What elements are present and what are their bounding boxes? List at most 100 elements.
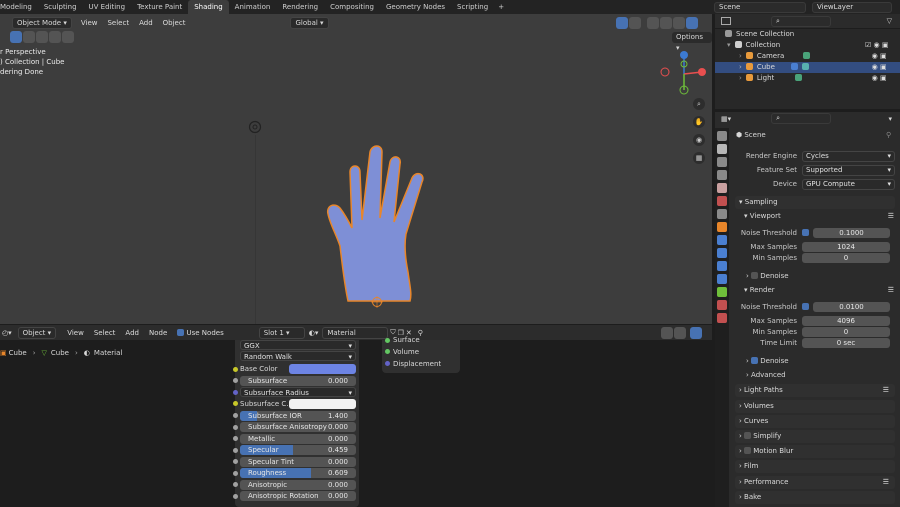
menu-view[interactable]: View bbox=[76, 17, 103, 29]
texture-tab-icon[interactable] bbox=[717, 313, 727, 323]
light-paths-panel[interactable]: › Light Paths ☰ bbox=[735, 384, 895, 397]
curves-panel[interactable]: › Curves bbox=[735, 415, 895, 428]
node-menu-add[interactable]: Add bbox=[120, 327, 144, 339]
menu-object[interactable]: Object bbox=[158, 17, 191, 29]
tab-modeling[interactable]: Modeling bbox=[0, 0, 38, 14]
surface-socket[interactable] bbox=[385, 338, 390, 343]
r-min-field[interactable]: 0 bbox=[802, 327, 890, 337]
data-tab-icon[interactable] bbox=[717, 287, 727, 297]
properties-search[interactable]: ⌕ bbox=[771, 113, 832, 124]
outliner-type-icon[interactable] bbox=[721, 17, 731, 25]
tab-animation[interactable]: Animation bbox=[229, 0, 277, 14]
base-color-socket[interactable] bbox=[233, 367, 238, 372]
r-time-field[interactable]: 0 sec bbox=[802, 338, 890, 348]
perspective-grid-icon[interactable]: ▦ bbox=[693, 152, 705, 164]
subsurface-color-swatch[interactable] bbox=[289, 399, 356, 409]
material-name-field[interactable]: Material bbox=[322, 326, 389, 339]
select-intersect-icon[interactable] bbox=[62, 31, 74, 43]
specular-tint-field[interactable]: Specular Tint 0.000 bbox=[240, 457, 356, 467]
feature-set-dropdown[interactable]: Supported ▾ bbox=[802, 165, 895, 176]
checkbox-checked[interactable] bbox=[751, 357, 759, 364]
specular-socket[interactable] bbox=[233, 448, 238, 453]
view-layer-selector[interactable]: ViewLayer bbox=[812, 1, 892, 13]
exclude-checkbox-icon[interactable]: ☑ ◉ ▣ bbox=[865, 40, 895, 51]
subsurface-anisotropy-socket[interactable] bbox=[233, 425, 238, 430]
subsurface-anisotropy-field[interactable]: Subsurface Anisotropy 0.000 bbox=[240, 422, 356, 432]
view-layer-tab-icon[interactable] bbox=[717, 170, 727, 180]
properties-type-icon[interactable]: ▦▾ bbox=[721, 115, 731, 123]
eye-icon[interactable]: ◉ ▣ bbox=[865, 62, 895, 73]
eye-icon[interactable]: ◉ ▣ bbox=[865, 73, 895, 84]
3d-viewport[interactable]: Object Mode ▾ View Select Add Object Glo… bbox=[0, 14, 712, 324]
vp-max-field[interactable]: 1024 bbox=[802, 242, 890, 252]
performance-panel[interactable]: › Performance ☰ bbox=[735, 476, 895, 489]
sampling-panel-header[interactable]: ▾ Sampling bbox=[735, 196, 895, 209]
scene-selector[interactable]: Scene bbox=[714, 1, 806, 13]
anisotropic-field[interactable]: Anisotropic 0.000 bbox=[240, 480, 356, 490]
subsurface-radius-dropdown[interactable]: Subsurface Radius ▾ bbox=[240, 387, 356, 397]
r-noise-field[interactable]: 0.0100 bbox=[813, 302, 890, 312]
rendered-shading-icon[interactable] bbox=[686, 17, 698, 29]
glove-model[interactable] bbox=[320, 142, 440, 312]
simplify-panel[interactable]: › Simplify bbox=[735, 430, 895, 443]
device-dropdown[interactable]: GPU Compute ▾ bbox=[802, 179, 895, 190]
metallic-field[interactable]: Metallic 0.000 bbox=[240, 434, 356, 444]
advanced-subpanel[interactable]: › Advanced bbox=[746, 370, 786, 381]
eye-icon[interactable]: ◉ ▣ bbox=[865, 51, 895, 62]
overlay-icon[interactable] bbox=[674, 326, 686, 339]
constraints-tab-icon[interactable] bbox=[717, 274, 727, 284]
transform-orientation[interactable]: Global ▾ bbox=[290, 17, 329, 29]
tab-rendering[interactable]: Rendering bbox=[276, 0, 324, 14]
filter-icon[interactable]: ▽ bbox=[887, 17, 892, 25]
options-button[interactable]: Options ▾ bbox=[672, 32, 712, 52]
node-menu-select[interactable]: Select bbox=[89, 327, 121, 339]
tool-tab-icon[interactable] bbox=[717, 131, 727, 141]
displacement-socket[interactable] bbox=[385, 361, 390, 366]
tab-uv-editing[interactable]: UV Editing bbox=[83, 0, 132, 14]
anisotropic-socket[interactable] bbox=[233, 482, 238, 487]
select-new-icon[interactable] bbox=[10, 31, 22, 43]
material-shading-icon[interactable] bbox=[673, 17, 685, 29]
collection-tab-icon[interactable] bbox=[717, 209, 727, 219]
r-noise-checkbox[interactable] bbox=[802, 302, 809, 313]
tab-sculpting[interactable]: Sculpting bbox=[38, 0, 83, 14]
node-menu-node[interactable]: Node bbox=[144, 327, 172, 339]
vp-noise-field[interactable]: 0.1000 bbox=[813, 228, 890, 238]
wireframe-shading-icon[interactable] bbox=[647, 17, 659, 29]
physics-tab-icon[interactable] bbox=[717, 261, 727, 271]
vp-noise-checkbox[interactable] bbox=[802, 228, 809, 239]
object-tab-icon[interactable] bbox=[717, 222, 727, 232]
properties-options-icon[interactable]: ▾ bbox=[888, 115, 892, 123]
material-browse-icon[interactable]: ◐▾ bbox=[309, 329, 319, 337]
tab-texture-paint[interactable]: Texture Paint bbox=[131, 0, 188, 14]
scene-tab-icon[interactable] bbox=[717, 183, 727, 193]
r-denoise-subpanel[interactable]: › Denoise bbox=[746, 356, 789, 367]
vp-min-field[interactable]: 0 bbox=[802, 253, 890, 263]
specular-field[interactable]: Specular 0.459 bbox=[240, 445, 356, 455]
select-subtract-icon[interactable] bbox=[36, 31, 48, 43]
motion-blur-panel[interactable]: › Motion Blur bbox=[735, 445, 895, 458]
output-tab-icon[interactable] bbox=[717, 157, 727, 167]
editor-type-icon[interactable]: ◴▾ bbox=[2, 329, 12, 337]
navigation-gizmo[interactable] bbox=[658, 48, 712, 102]
volumes-panel[interactable]: › Volumes bbox=[735, 400, 895, 413]
menu-add[interactable]: Add bbox=[134, 17, 158, 29]
zoom-icon[interactable]: ⌕ bbox=[693, 98, 705, 110]
bake-panel[interactable]: › Bake bbox=[735, 491, 895, 504]
tab-geometry-nodes[interactable]: Geometry Nodes bbox=[380, 0, 451, 14]
anisotropic-rotation-field[interactable]: Anisotropic Rotation 0.000 bbox=[240, 491, 356, 501]
menu-select[interactable]: Select bbox=[102, 17, 134, 29]
add-workspace-button[interactable]: + bbox=[494, 3, 508, 11]
volume-socket[interactable] bbox=[385, 349, 390, 354]
subsurface-method-dropdown[interactable]: Random Walk ▾ bbox=[240, 351, 356, 361]
subsurface-field[interactable]: Subsurface 0.000 bbox=[240, 376, 356, 386]
select-invert-icon[interactable] bbox=[49, 31, 61, 43]
subsurface-ior-field[interactable]: Subsurface IOR 1.400 bbox=[240, 411, 356, 421]
distribution-dropdown[interactable]: GGX ▾ bbox=[240, 340, 356, 350]
render-tab-icon[interactable] bbox=[717, 144, 727, 154]
shader-type-selector[interactable]: Object ▾ bbox=[17, 326, 57, 339]
checkbox-unchecked[interactable] bbox=[744, 447, 752, 454]
render-engine-dropdown[interactable]: Cycles ▾ bbox=[802, 151, 895, 162]
modifier-tab-icon[interactable] bbox=[717, 235, 727, 245]
film-panel[interactable]: › Film bbox=[735, 460, 895, 473]
